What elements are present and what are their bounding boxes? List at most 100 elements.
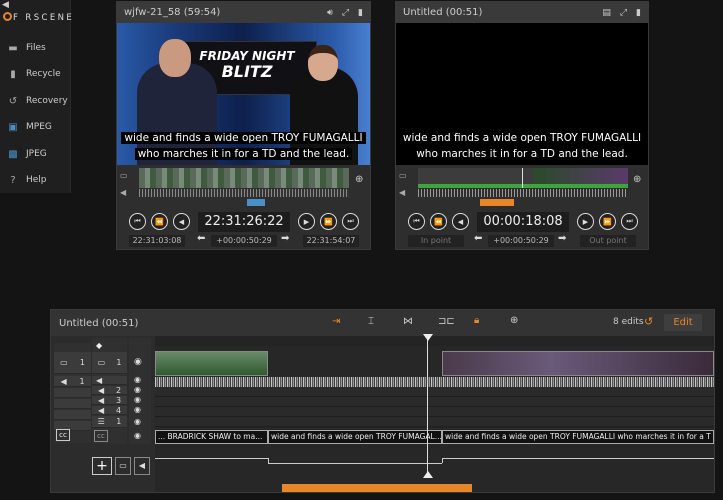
audio-track-4[interactable]: ◀ 4 xyxy=(92,406,127,415)
source-out-timecode[interactable]: 22:31:54:07 xyxy=(303,235,359,247)
play-icon[interactable]: ▶ xyxy=(298,213,315,230)
add-video-track-button[interactable]: ▭ xyxy=(115,457,131,475)
program-range-marker[interactable] xyxy=(480,199,514,206)
step-back-icon[interactable]: ◀ xyxy=(173,213,190,230)
eye-icon[interactable]: ◉ xyxy=(134,375,141,384)
anchor-left-head xyxy=(159,39,191,77)
timeline-tracks[interactable]: ... BRADRICK SHAW to ma... wide and find… xyxy=(155,346,714,492)
split-tool-icon[interactable]: ⌶ xyxy=(368,316,374,327)
video-clip[interactable] xyxy=(155,351,268,376)
next-edit-icon[interactable]: ⏩ xyxy=(320,213,337,230)
go-end-icon[interactable]: ⏭ xyxy=(342,213,359,230)
sidebar-item-jpeg[interactable]: ▩ JPEG xyxy=(0,143,70,165)
arrow-right-icon[interactable]: ➡ xyxy=(281,233,289,244)
eye-icon[interactable]: ◉ xyxy=(134,385,141,394)
program-timecode[interactable]: 00:00:18:08 xyxy=(477,212,569,232)
source-filmstrip[interactable] xyxy=(139,168,349,188)
go-start-icon[interactable]: ⏮ xyxy=(129,213,146,230)
cc-icon[interactable]: cc xyxy=(56,429,70,441)
video-clip[interactable] xyxy=(442,351,714,376)
sidebar: ◀ F RSCENE ▬ Files ▮ Recycle ↺ Recovery ▣ MP… xyxy=(0,0,72,193)
program-duration: +00:00:50:29 xyxy=(488,235,554,247)
sidebar-item-recovery[interactable]: ↺ Recovery xyxy=(0,90,70,112)
out-point-field[interactable]: Out point xyxy=(580,235,636,247)
program-viewer: Untitled (00:51) ▤ ⤢ ▮ wide and finds a … xyxy=(395,1,649,250)
eye-icon[interactable]: ◉ xyxy=(134,395,141,404)
step-back-icon[interactable]: ◀ xyxy=(452,213,469,230)
logo-ring-icon xyxy=(3,12,12,21)
volume-icon[interactable]: ◀ xyxy=(120,188,126,197)
caption-clip[interactable]: wide and finds a wide open TROY FUMAGAL.… xyxy=(268,430,442,444)
timeline-playhead[interactable] xyxy=(427,336,428,476)
monitor-icon[interactable]: ▭ xyxy=(399,171,407,180)
volume-icon[interactable]: ◀ xyxy=(399,188,405,197)
back-arrow-icon[interactable]: ◀ xyxy=(2,0,9,10)
caption-clip[interactable]: ... BRADRICK SHAW to ma... xyxy=(155,430,268,444)
caption-clip[interactable]: wide and finds a wide open TROY FUMAGALL… xyxy=(442,430,714,444)
arrow-left-icon[interactable]: ⬅ xyxy=(197,233,205,244)
playhead-bottom-marker[interactable] xyxy=(423,471,433,478)
trash-icon[interactable]: ▮ xyxy=(636,8,641,18)
source-timecode[interactable]: 22:31:26:22 xyxy=(198,212,290,232)
playhead-top-marker[interactable] xyxy=(423,334,433,341)
timeline-panel: Untitled (00:51) ⇥ ⌶ ⋈ ⊐⊏ 🔒︎ ⊕ 8 edits ↺… xyxy=(50,309,715,493)
program-audio-strip[interactable] xyxy=(418,189,628,197)
video-track-header[interactable]: ▭ 1 xyxy=(54,352,91,374)
edit-button[interactable]: Edit xyxy=(664,314,702,331)
source-in-timecode[interactable]: 22:31:03:08 xyxy=(129,235,185,247)
go-end-icon[interactable]: ⏭ xyxy=(621,213,638,230)
image-icon: ▩ xyxy=(8,148,18,160)
lock-icon[interactable]: 🔒︎ xyxy=(474,315,479,326)
audio-track-3[interactable]: ◀ 3 xyxy=(92,396,127,405)
keyframe-icon[interactable]: ◆ xyxy=(96,341,102,350)
volume-icon: ◀ xyxy=(97,405,105,415)
zoom-icon[interactable]: ⊕ xyxy=(510,315,518,326)
save-icon[interactable]: ▤ xyxy=(602,8,611,18)
volume-icon[interactable]: 🔊︎ xyxy=(327,8,333,18)
in-point-field[interactable]: In point xyxy=(408,235,464,247)
program-video[interactable]: wide and finds a wide open TROY FUMAGALL… xyxy=(396,23,648,165)
play-icon[interactable]: ▶ xyxy=(577,213,594,230)
add-track-button[interactable]: + xyxy=(92,457,112,475)
audio-waveform[interactable] xyxy=(155,377,714,387)
eye-icon[interactable]: ◉ xyxy=(134,405,141,414)
join-tool-icon[interactable]: ⊐⊏ xyxy=(438,316,455,327)
sidebar-item-recycle[interactable]: ▮ Recycle xyxy=(0,63,70,85)
monitor-icon[interactable]: ▭ xyxy=(120,171,128,180)
prev-edit-icon[interactable]: ⏪ xyxy=(151,213,168,230)
sidebar-item-files[interactable]: ▬ Files xyxy=(0,37,70,59)
arrow-left-icon[interactable]: ⬅ xyxy=(474,233,482,244)
audio-track-header[interactable]: ◀ 1 xyxy=(54,376,91,387)
zoom-icon[interactable]: ⊕ xyxy=(633,174,641,185)
ripple-tool-icon[interactable]: ⋈ xyxy=(403,316,413,327)
eye-icon[interactable]: ◉ xyxy=(134,431,141,440)
timeline-ruler[interactable] xyxy=(155,336,714,346)
program-filmstrip[interactable] xyxy=(418,168,628,188)
prev-edit-icon[interactable]: ⏪ xyxy=(430,213,447,230)
trash-icon[interactable]: ▮ xyxy=(358,8,363,18)
source-viewer-header: wjfw-21_58 (59:54) 🔊︎ ⤢ ▮ xyxy=(117,2,370,23)
source-audio-strip[interactable] xyxy=(139,189,349,197)
expand-icon[interactable]: ⤢ xyxy=(620,8,627,18)
audio-track-2[interactable]: ◀ 2 xyxy=(92,386,127,395)
timeline-range-bar[interactable] xyxy=(282,484,472,492)
monitor-icon: ▭ xyxy=(60,358,68,367)
expand-icon[interactable]: ⤢ xyxy=(342,8,349,18)
arrow-right-icon[interactable]: ➡ xyxy=(558,233,566,244)
text-track-1[interactable]: ☰ 1 xyxy=(92,416,127,428)
zoom-icon[interactable]: ⊕ xyxy=(355,174,363,185)
video-track-1[interactable]: ▭ 1 xyxy=(92,352,127,374)
next-edit-icon[interactable]: ⏩ xyxy=(599,213,616,230)
cc-icon[interactable]: cc xyxy=(94,430,108,442)
sidebar-item-mpeg[interactable]: ▣ MPEG xyxy=(0,116,70,138)
history-icon[interactable]: ↺ xyxy=(644,315,653,328)
source-playhead-marker[interactable] xyxy=(247,199,265,206)
eye-icon[interactable]: ◉ xyxy=(134,357,142,367)
insert-tool-icon[interactable]: ⇥ xyxy=(332,316,340,327)
add-audio-track-button[interactable]: ◀ xyxy=(134,457,150,475)
go-start-icon[interactable]: ⏮ xyxy=(408,213,425,230)
source-video[interactable]: FRIDAY NIGHT BLITZ wide and finds a wide… xyxy=(117,23,370,165)
eye-icon[interactable]: ◉ xyxy=(134,417,141,426)
sidebar-item-help[interactable]: ? Help xyxy=(0,169,70,191)
timeline-title: Untitled (00:51) xyxy=(59,317,139,329)
